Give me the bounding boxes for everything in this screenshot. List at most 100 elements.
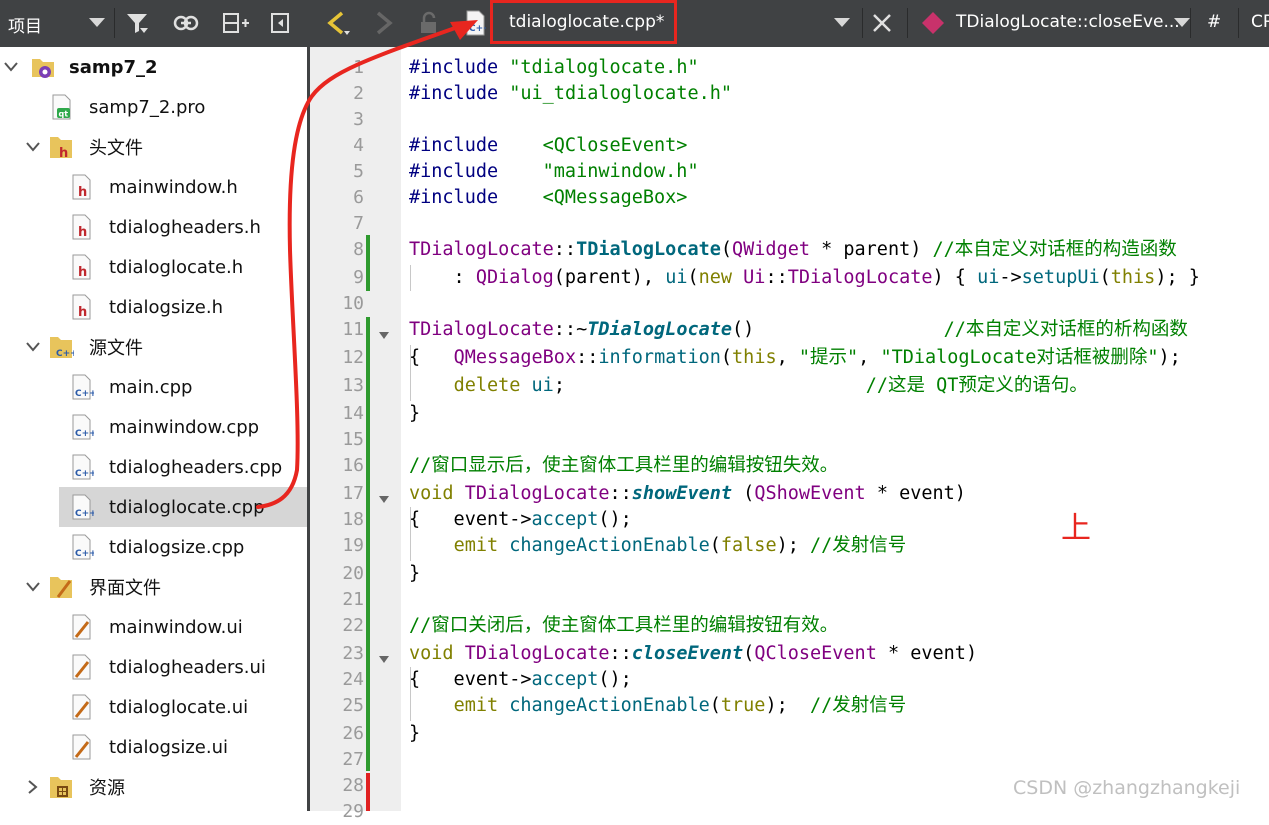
change-marker [366, 427, 370, 771]
fold-arrow-icon[interactable] [379, 325, 389, 339]
chevron-down-icon[interactable] [26, 340, 40, 354]
code-token: ); [1158, 347, 1181, 368]
tree-item[interactable]: tdialogsize.ui [0, 727, 307, 767]
tree-item[interactable]: C++ mainwindow.cpp [0, 407, 307, 447]
tree-item[interactable]: h tdialogheaders.h [0, 207, 307, 247]
tree-item[interactable]: 资源 [0, 767, 307, 807]
header-file-icon: h [68, 293, 94, 321]
tree-item[interactable]: C++ tdialogheaders.cpp [0, 447, 307, 487]
tree-item[interactable]: tdialogheaders.ui [0, 647, 307, 687]
line-number: 15 [342, 429, 364, 450]
code-token: QShowEvent [754, 483, 866, 504]
code-line: //窗口关闭后，使主窗体工具栏里的编辑按钮有效。 [409, 613, 838, 639]
code-token: delete [453, 375, 532, 396]
chevron-right-icon[interactable] [26, 780, 40, 794]
link-icon[interactable] [171, 8, 201, 38]
dropdown-arrow-icon[interactable] [82, 8, 112, 38]
line-number: 17 [342, 483, 364, 504]
line-number: 13 [342, 375, 364, 396]
tree-item[interactable]: h tdialoglocate.h [0, 247, 307, 287]
code-token: #include [409, 161, 543, 182]
code-token: } [409, 403, 421, 424]
code-token: changeActionEnable [509, 535, 710, 556]
tree-item[interactable]: h tdialogsize.h [0, 287, 307, 327]
close-sidebar-icon[interactable] [265, 8, 295, 38]
svg-text:h: h [59, 146, 68, 161]
chevron-down-icon[interactable] [26, 140, 40, 154]
line-number: 2 [353, 83, 364, 104]
code-token: { [409, 347, 454, 368]
line-ending-selector[interactable]: CR [1251, 12, 1269, 32]
fold-arrow-icon[interactable] [379, 649, 389, 663]
code-token: //发射信号 [810, 535, 907, 556]
code-token: "提示" [798, 347, 859, 368]
code-line: : QDialog(parent), ui(new Ui::TDialogLoc… [409, 265, 1200, 291]
navigate-forward-icon[interactable] [368, 8, 398, 38]
code-line: #include <QMessageBox> [409, 185, 687, 211]
line-number: 22 [342, 615, 364, 636]
code-line: emit changeActionEnable(false); //发射信号 [409, 533, 907, 559]
code-token: "TDialogLocate对话框被删除" [880, 347, 1159, 368]
ui-file-icon [68, 653, 94, 681]
line-number: 10 [342, 293, 364, 314]
toolbar-separator [907, 8, 908, 38]
split-add-icon[interactable] [221, 8, 251, 38]
code-line: { event->accept(); [409, 667, 632, 693]
ui-file-icon [68, 613, 94, 641]
navigate-back-icon[interactable] [322, 8, 352, 38]
project-tree: samp7_2 qt samp7_2.pro h 头文件 h mainwindow.h h td… [0, 47, 307, 811]
tree-item[interactable]: C++ 源文件 [0, 327, 307, 367]
code-token: emit [453, 535, 510, 556]
code-token: TDialogLocate [576, 239, 721, 260]
code-line: //窗口显示后，使主窗体工具栏里的编辑按钮失效。 [409, 453, 838, 479]
code-token: , [776, 347, 799, 368]
tree-item[interactable]: qt samp7_2.pro [0, 87, 307, 127]
tree-item[interactable]: tdialoglocate.ui [0, 687, 307, 727]
header-folder-icon: h [48, 133, 74, 161]
symbol-selector[interactable]: TDialogLocate::closeEve... [956, 12, 1180, 32]
code-token: (); [598, 669, 632, 690]
tree-item-label: samp7_2 [69, 56, 158, 78]
tree-item[interactable]: C++ tdialoglocate.cpp [59, 487, 307, 527]
chevron-down-icon[interactable] [4, 60, 18, 74]
code-token: ( [720, 347, 733, 368]
svg-text:C++: C++ [75, 469, 94, 479]
code-token: #include [409, 135, 543, 156]
code-token: (parent), [553, 267, 666, 288]
tree-item[interactable]: C++ tdialogsize.cpp [0, 527, 307, 567]
line-number: 14 [342, 403, 364, 424]
tree-item[interactable]: mainwindow.ui [0, 607, 307, 647]
cpp-file-icon: C++ [68, 533, 97, 561]
code-token: () [732, 319, 944, 340]
tree-item[interactable]: h mainwindow.h [0, 167, 307, 207]
fold-arrow-icon[interactable] [379, 489, 389, 503]
chevron-down-icon[interactable] [26, 580, 40, 594]
dropdown-arrow-icon[interactable] [827, 8, 857, 38]
lock-icon[interactable] [414, 8, 444, 38]
svg-text:qt: qt [59, 110, 69, 119]
project-panel-title[interactable]: 项目 [8, 12, 42, 37]
hash-selector[interactable]: # [1207, 12, 1221, 32]
tree-item[interactable]: h 头文件 [0, 127, 307, 167]
code-line: { event->accept(); [409, 507, 632, 533]
dropdown-arrow-icon[interactable] [1167, 8, 1197, 38]
code-token: { event-> [409, 669, 532, 690]
tree-item-label: mainwindow.h [109, 176, 238, 198]
close-document-icon[interactable] [867, 8, 897, 38]
open-file-tab[interactable]: tdialoglocate.cpp* [490, 0, 677, 44]
code-token: * parent) [809, 239, 933, 260]
code-token: ) { [932, 267, 978, 288]
tree-item[interactable]: C++ main.cpp [0, 367, 307, 407]
filter-icon[interactable] [122, 8, 152, 38]
svg-text:h: h [78, 305, 87, 320]
code-token: false [720, 535, 777, 556]
line-number: 4 [353, 135, 364, 156]
tree-item[interactable]: samp7_2 [0, 47, 307, 87]
tree-item[interactable]: 界面文件 [0, 567, 307, 607]
code-token: QWidget [732, 239, 810, 260]
code-token: this [732, 347, 777, 368]
tree-item-label: samp7_2.pro [89, 96, 206, 118]
code-token: :: [576, 347, 599, 368]
change-marker [366, 317, 370, 427]
